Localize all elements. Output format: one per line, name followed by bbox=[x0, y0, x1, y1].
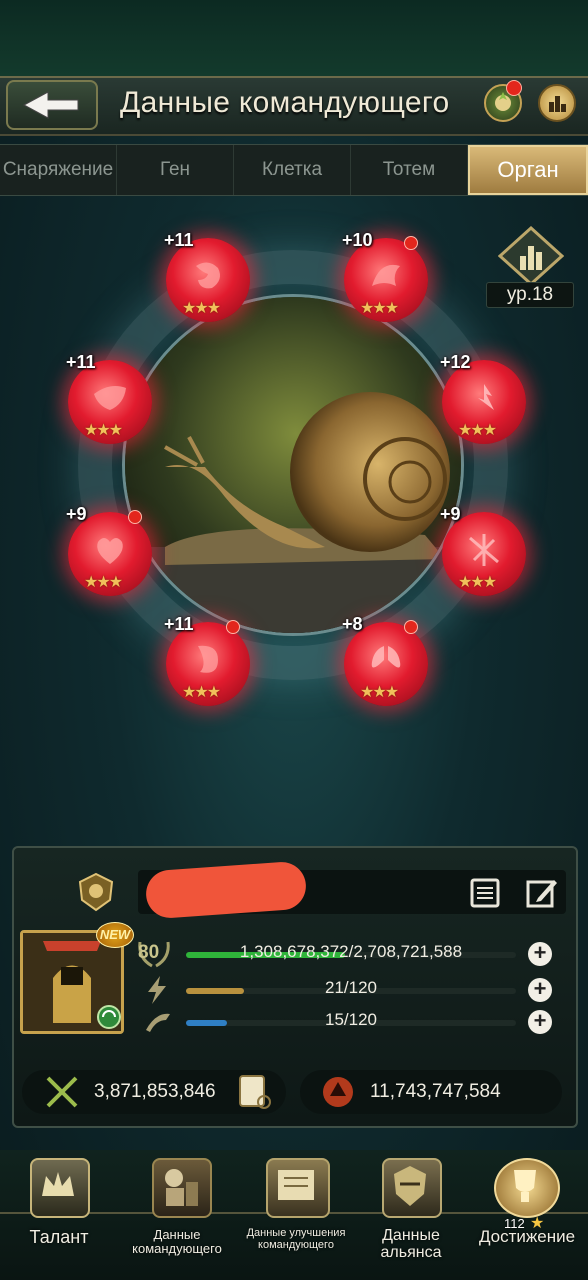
organ-stars: ★★★ bbox=[360, 684, 399, 701]
tab-equipment[interactable]: Снаряжение bbox=[0, 145, 117, 195]
crossed-swords-icon bbox=[44, 1074, 80, 1115]
kills-value: 11,743,747,584 bbox=[370, 1081, 501, 1102]
organ-level: +8 bbox=[342, 614, 363, 634]
level-badge-icon[interactable] bbox=[497, 225, 565, 287]
muscle-icon bbox=[372, 264, 400, 286]
rank-emblem-icon bbox=[74, 870, 118, 919]
new-badge: NEW bbox=[96, 922, 134, 948]
tab-organ[interactable]: Орган bbox=[468, 145, 588, 195]
heart-tissue-icon bbox=[478, 384, 494, 410]
tab-totem[interactable]: Тотем bbox=[351, 145, 468, 195]
kidney-icon bbox=[198, 645, 218, 673]
stamina-add-button[interactable]: + bbox=[528, 978, 552, 1002]
exp-bar: 1,308,678,372/2,708,721,588 bbox=[186, 942, 518, 964]
scroll-detail-icon[interactable] bbox=[236, 1072, 272, 1115]
stamina-bar: 21/120 bbox=[186, 978, 518, 1000]
refresh-icon[interactable] bbox=[96, 1004, 122, 1035]
snail-portrait bbox=[122, 294, 464, 636]
organ-stars: ★★★ bbox=[458, 422, 497, 439]
alliance-icon bbox=[382, 1158, 442, 1218]
lungs-icon bbox=[371, 646, 401, 668]
scroll-icon bbox=[266, 1158, 330, 1218]
energy-add-button[interactable]: + bbox=[528, 1010, 552, 1034]
commander-icon bbox=[152, 1158, 212, 1218]
tab-bar: Снаряжение Ген Клетка Тотем Орган bbox=[0, 144, 588, 196]
tab-cell[interactable]: Клетка bbox=[234, 145, 351, 195]
power-value: 3,871,853,846 bbox=[94, 1081, 216, 1102]
nav-commander-data-label: Данные командующего bbox=[132, 1227, 222, 1256]
horn-icon bbox=[144, 1010, 172, 1039]
organ-slot-1[interactable]: +11 ★★★ bbox=[164, 230, 250, 322]
organ-slot-3[interactable]: +11 ★★★ bbox=[66, 352, 152, 444]
organ-level: +11 bbox=[164, 230, 194, 250]
nav-achievement[interactable]: 112 ★ Достижение bbox=[466, 1150, 588, 1280]
commander-level: 80 bbox=[138, 942, 160, 963]
page-title: Данные командующего bbox=[120, 86, 450, 119]
notes-icon[interactable] bbox=[468, 876, 502, 915]
stomach-icon bbox=[196, 262, 220, 289]
lightning-icon bbox=[146, 976, 168, 1009]
organ-notification-dot bbox=[404, 236, 418, 250]
organ-level: +11 bbox=[164, 614, 194, 634]
exp-text: 1,308,678,372/2,708,721,588 bbox=[239, 942, 463, 961]
organ-stars: ★★★ bbox=[182, 300, 221, 317]
organ-level: +12 bbox=[440, 352, 471, 372]
organ-slot-7[interactable]: +11 ★★★ bbox=[164, 614, 250, 706]
organ-stars: ★★★ bbox=[84, 574, 123, 591]
bar-chart-icon bbox=[549, 96, 566, 112]
organ-level: +9 bbox=[66, 504, 87, 524]
organ-slot-4[interactable]: +12 ★★★ bbox=[440, 352, 526, 444]
vessel-icon bbox=[469, 534, 499, 566]
organ-stars: ★★★ bbox=[84, 422, 123, 439]
tab-gene[interactable]: Ген bbox=[117, 145, 234, 195]
top-decor-strip bbox=[0, 0, 588, 76]
back-arrow-icon bbox=[22, 91, 79, 119]
stamina-text: 21/120 bbox=[325, 978, 377, 997]
organ-level: +11 bbox=[66, 352, 96, 372]
notification-dot bbox=[506, 80, 522, 96]
organ-notification-dot bbox=[404, 620, 418, 634]
nav-talent-label: Талант bbox=[29, 1227, 89, 1247]
nav-alliance-data-label: Данные альянса bbox=[380, 1227, 442, 1261]
kills-icon bbox=[320, 1074, 356, 1115]
nav-alliance-data[interactable]: Данные альянса bbox=[356, 1150, 466, 1280]
organ-level: +9 bbox=[440, 504, 461, 524]
organ-notification-dot bbox=[128, 510, 142, 524]
exp-add-button[interactable]: + bbox=[528, 942, 552, 966]
trophy-icon bbox=[494, 1158, 560, 1218]
organ-stars: ★★★ bbox=[360, 300, 399, 317]
organ-slot-8[interactable]: +8 ★★★ bbox=[342, 614, 428, 706]
liver-icon bbox=[94, 386, 126, 410]
edit-icon[interactable] bbox=[524, 876, 558, 915]
nav-commander-data[interactable]: Данные командующего bbox=[118, 1150, 236, 1280]
organ-stars: ★★★ bbox=[458, 574, 497, 591]
organ-level: +10 bbox=[342, 230, 373, 250]
organ-stars: ★★★ bbox=[182, 684, 221, 701]
heart-icon bbox=[97, 538, 123, 564]
organ-notification-dot bbox=[226, 620, 240, 634]
ranking-button[interactable] bbox=[538, 84, 576, 122]
crown-shield-icon bbox=[30, 1158, 90, 1218]
level-badge-text: ур.18 bbox=[486, 282, 574, 308]
nav-talent[interactable]: Талант bbox=[0, 1150, 118, 1280]
back-button[interactable] bbox=[6, 80, 98, 130]
energy-text: 15/120 bbox=[325, 1010, 377, 1029]
nav-commander-upgrade-label: Данные улучшения командующего bbox=[246, 1227, 346, 1251]
organ-slot-2[interactable]: +10 ★★★ bbox=[342, 230, 428, 322]
energy-bar: 15/120 bbox=[186, 1010, 518, 1032]
nav-commander-upgrade[interactable]: Данные улучшения командующего bbox=[236, 1150, 356, 1280]
organ-slot-6[interactable]: +9 ★★★ bbox=[440, 504, 526, 596]
nav-achievement-label: Достижение bbox=[478, 1227, 576, 1246]
organ-slot-5[interactable]: +9 ★★★ bbox=[66, 504, 152, 596]
